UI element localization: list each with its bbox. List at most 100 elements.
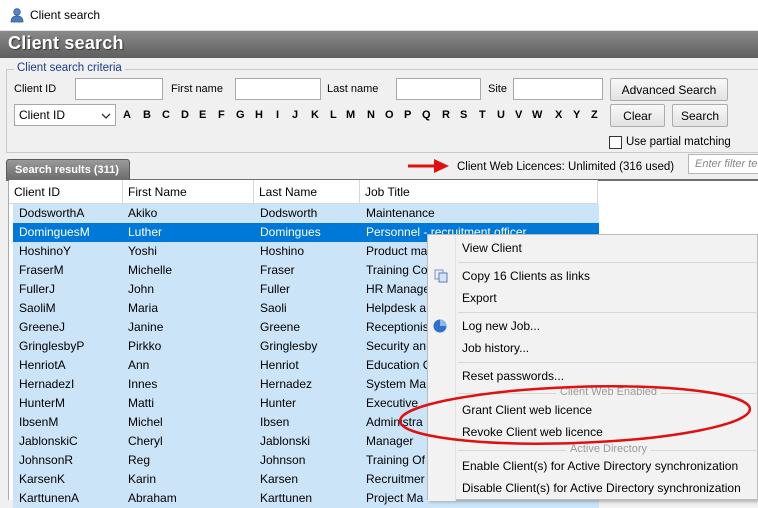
search-results-tab[interactable]: Search results (311) bbox=[6, 159, 130, 180]
letter-filter-m[interactable]: M bbox=[346, 109, 355, 121]
table-cell: Jablonski bbox=[260, 434, 311, 448]
table-cell: Henriot bbox=[260, 358, 299, 372]
letter-filter-y[interactable]: Y bbox=[573, 109, 580, 121]
menu-item-enable-ad[interactable]: Enable Client(s) for Active Directory sy… bbox=[462, 459, 738, 473]
letter-filter-k[interactable]: K bbox=[311, 109, 319, 121]
site-label: Site bbox=[488, 83, 507, 95]
letter-filter-w[interactable]: W bbox=[532, 109, 542, 121]
table-cell: Luther bbox=[128, 225, 163, 239]
last-name-label: Last name bbox=[327, 83, 379, 95]
table-cell: Maria bbox=[128, 301, 159, 315]
page-banner: Client search bbox=[0, 31, 758, 58]
menu-separator bbox=[458, 362, 758, 363]
table-cell: JohnsonR bbox=[19, 453, 74, 467]
table-cell: Michelle bbox=[128, 263, 173, 277]
table-cell: Janine bbox=[128, 320, 164, 334]
table-cell: Innes bbox=[128, 377, 158, 391]
column-header-client-id[interactable]: Client ID bbox=[9, 180, 123, 204]
table-cell: JablonskiC bbox=[19, 434, 78, 448]
table-cell: Reg bbox=[128, 453, 151, 467]
search-button[interactable]: Search bbox=[672, 104, 728, 127]
table-cell: John bbox=[128, 282, 155, 296]
table-cell: Yoshi bbox=[128, 244, 157, 258]
letter-filter-h[interactable]: H bbox=[255, 109, 263, 121]
letter-filter-t[interactable]: T bbox=[479, 109, 486, 121]
table-cell: DominguesM bbox=[19, 225, 90, 239]
letter-filter-u[interactable]: U bbox=[497, 109, 505, 121]
menu-item-log-new-job[interactable]: Log new Job... bbox=[462, 319, 540, 333]
menu-item-revoke-licence[interactable]: Revoke Client web licence bbox=[462, 425, 603, 439]
clear-button[interactable]: Clear bbox=[610, 104, 665, 127]
table-row[interactable]: DodsworthA Akiko Dodsworth Maintenance bbox=[13, 204, 599, 223]
menu-item-view-client[interactable]: View Client bbox=[462, 241, 522, 255]
menu-item-job-history[interactable]: Job history... bbox=[462, 341, 529, 355]
column-header-first-name[interactable]: First Name bbox=[123, 180, 254, 204]
letter-filter-r[interactable]: R bbox=[442, 109, 450, 121]
first-name-label: First name bbox=[171, 83, 223, 95]
table-cell: DodsworthA bbox=[19, 206, 85, 220]
letter-filter-g[interactable]: G bbox=[236, 109, 245, 121]
table-cell: Karsen bbox=[260, 472, 299, 486]
column-header-job-title[interactable]: Job Title bbox=[360, 180, 598, 204]
menu-item-reset-passwords[interactable]: Reset passwords... bbox=[462, 369, 564, 383]
letter-filter-z[interactable]: Z bbox=[591, 109, 598, 121]
letter-filter-s[interactable]: S bbox=[460, 109, 467, 121]
menu-separator bbox=[458, 262, 758, 263]
job-globe-icon bbox=[433, 319, 447, 333]
menu-item-export[interactable]: Export bbox=[462, 291, 497, 305]
letter-filter-d[interactable]: D bbox=[181, 109, 189, 121]
letter-filter-j[interactable]: J bbox=[292, 109, 298, 121]
column-header-last-name[interactable]: Last Name bbox=[254, 180, 360, 204]
letter-filter-x[interactable]: X bbox=[555, 109, 562, 121]
table-cell: GringlesbyP bbox=[19, 339, 85, 353]
window-title: Client search bbox=[30, 8, 101, 22]
table-cell: Matti bbox=[128, 396, 155, 410]
user-icon bbox=[10, 8, 24, 23]
chevron-down-icon bbox=[101, 113, 111, 119]
letter-filter-n[interactable]: N bbox=[367, 109, 375, 121]
table-cell: KarttunenA bbox=[19, 491, 80, 505]
letter-filter-v[interactable]: V bbox=[515, 109, 522, 121]
letter-filter-o[interactable]: O bbox=[385, 109, 394, 121]
menu-item-grant-licence[interactable]: Grant Client web licence bbox=[462, 403, 592, 417]
table-cell: Gringlesby bbox=[260, 339, 318, 353]
letter-filter-c[interactable]: C bbox=[162, 109, 170, 121]
first-name-field[interactable] bbox=[235, 78, 321, 100]
table-cell: Pirkko bbox=[128, 339, 162, 353]
letter-filter-b[interactable]: B bbox=[143, 109, 151, 121]
search-field-select[interactable]: Client ID bbox=[14, 104, 116, 126]
annotation-arrow bbox=[408, 159, 449, 173]
menu-item-disable-ad[interactable]: Disable Client(s) for Active Directory s… bbox=[462, 481, 741, 495]
table-cell: SaoliM bbox=[19, 301, 56, 315]
table-cell: Saoli bbox=[260, 301, 287, 315]
advanced-search-button[interactable]: Advanced Search bbox=[610, 78, 728, 101]
table-cell: FullerJ bbox=[19, 282, 56, 296]
letter-filter-p[interactable]: P bbox=[404, 109, 411, 121]
table-cell: Maintenance bbox=[366, 206, 435, 220]
table-cell: IbsenM bbox=[19, 415, 59, 429]
window-title-bar: Client search bbox=[0, 0, 758, 31]
last-name-field[interactable] bbox=[396, 78, 481, 100]
table-cell: Johnson bbox=[260, 453, 306, 467]
menu-item-copy-links[interactable]: Copy 16 Clients as links bbox=[462, 269, 590, 283]
client-id-label: Client ID bbox=[14, 83, 57, 95]
letter-filter-f[interactable]: F bbox=[218, 109, 225, 121]
table-cell: HoshinoY bbox=[19, 244, 72, 258]
search-field-select-value: Client ID bbox=[19, 108, 66, 122]
letter-filter-q[interactable]: Q bbox=[422, 109, 431, 121]
client-id-field[interactable] bbox=[75, 78, 163, 100]
filter-input[interactable]: Enter filter te bbox=[688, 154, 758, 174]
copy-icon bbox=[434, 269, 448, 283]
site-field[interactable] bbox=[513, 78, 603, 100]
table-cell: Hoshino bbox=[260, 244, 305, 258]
partial-matching-label: Use partial matching bbox=[626, 136, 731, 148]
letter-filter-a[interactable]: A bbox=[123, 109, 131, 121]
menu-section-active-directory: Active Directory bbox=[566, 443, 652, 455]
table-cell: Ibsen bbox=[260, 415, 290, 429]
letter-filter-l[interactable]: L bbox=[330, 109, 337, 121]
context-menu: View Client Copy 16 Clients as links Exp… bbox=[427, 234, 758, 501]
partial-matching-checkbox[interactable] bbox=[609, 136, 622, 149]
letter-filter-e[interactable]: E bbox=[199, 109, 206, 121]
menu-section-client-web: Client Web Enabled bbox=[556, 386, 662, 398]
letter-filter-i[interactable]: I bbox=[276, 109, 279, 121]
